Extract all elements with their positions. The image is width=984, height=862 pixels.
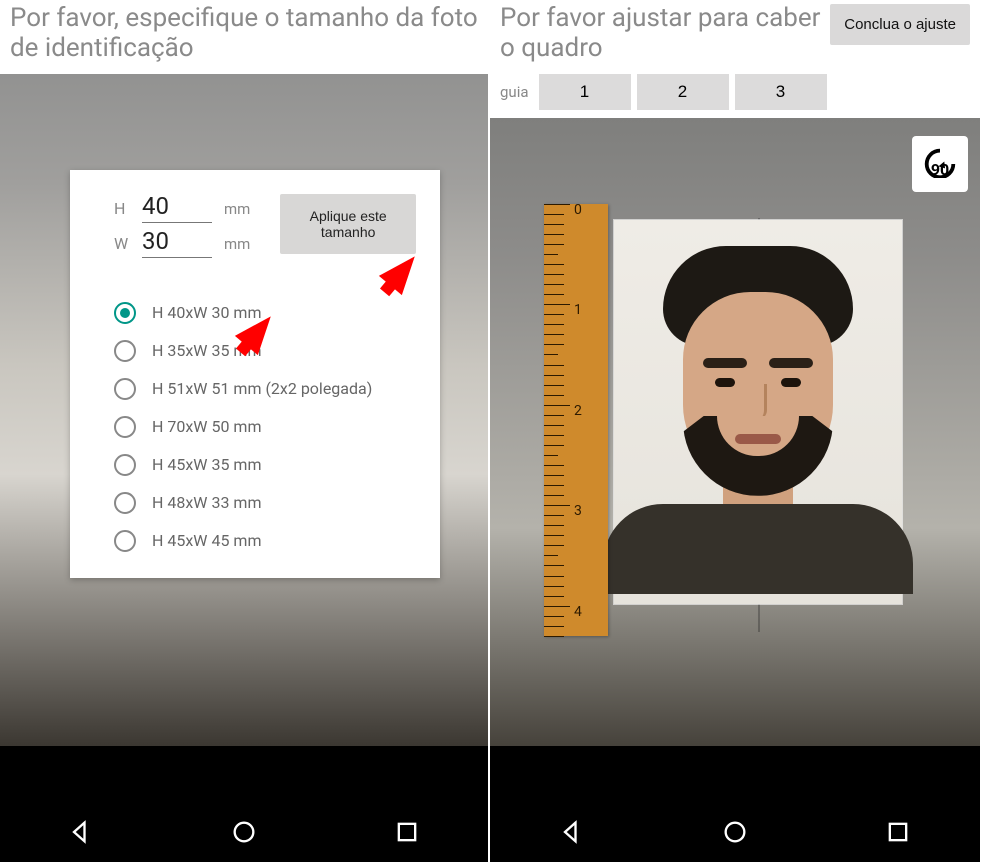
- size-option[interactable]: H 45xW 35 mm: [114, 446, 416, 484]
- radio-icon: [114, 416, 136, 438]
- back-icon[interactable]: [67, 818, 95, 846]
- camera-preview: H 40 mm W 30 mm Aplique este tamanho H 4…: [0, 74, 488, 802]
- ruler-mark: 3: [574, 503, 582, 519]
- size-option[interactable]: H 51xW 51 mm (2x2 polegada): [114, 370, 416, 408]
- height-label: H: [114, 199, 130, 218]
- screen-adjust: Por favor ajustar para caber o quadro Co…: [490, 0, 980, 862]
- guide-1-button[interactable]: 1: [539, 74, 631, 110]
- size-option-label: H 51xW 51 mm (2x2 polegada): [152, 379, 372, 398]
- size-option-label: H 45xW 35 mm: [152, 455, 261, 474]
- page-title: Por favor, especifique o tamanho da foto…: [10, 3, 478, 63]
- guide-tabs: guia 1 2 3: [490, 74, 980, 118]
- ruler-mark: 1: [574, 302, 582, 318]
- ruler[interactable]: 0 1 2 3 4: [544, 204, 608, 636]
- android-navbar: [0, 802, 488, 862]
- unit-label: mm: [224, 235, 250, 253]
- radio-icon: [114, 454, 136, 476]
- size-option-label: H 70xW 50 mm: [152, 417, 261, 436]
- width-label: W: [114, 234, 130, 253]
- radio-icon: [114, 340, 136, 362]
- black-bar: [490, 746, 980, 802]
- recents-icon[interactable]: [884, 818, 912, 846]
- crop-frame[interactable]: [614, 220, 902, 604]
- photo-area[interactable]: 0 1 2 3 4 90: [490, 118, 980, 802]
- apply-size-button[interactable]: Aplique este tamanho: [280, 194, 416, 254]
- home-icon[interactable]: [721, 818, 749, 846]
- size-option-label: H 40xW 30 mm: [152, 303, 261, 322]
- size-option-label: H 45xW 45 mm: [152, 531, 261, 550]
- page-title: Por favor ajustar para caber o quadro: [500, 4, 830, 64]
- portrait-photo: [614, 220, 902, 604]
- rotate-angle: 90: [931, 160, 949, 179]
- size-dialog: H 40 mm W 30 mm Aplique este tamanho H 4…: [70, 170, 440, 578]
- finish-button[interactable]: Conclua o ajuste: [830, 4, 970, 45]
- guide-label: guia: [500, 83, 529, 101]
- size-option-label: H 48xW 33 mm: [152, 493, 261, 512]
- radio-icon: [114, 378, 136, 400]
- guide-3-button[interactable]: 3: [735, 74, 827, 110]
- unit-label: mm: [224, 200, 250, 218]
- radio-icon: [114, 492, 136, 514]
- size-option[interactable]: H 48xW 33 mm: [114, 484, 416, 522]
- header: Por favor, especifique o tamanho da foto…: [0, 0, 488, 74]
- screen-size-select: Por favor, especifique o tamanho da foto…: [0, 0, 490, 862]
- size-option[interactable]: H 45xW 45 mm: [114, 522, 416, 560]
- radio-icon: [114, 530, 136, 552]
- header: Por favor ajustar para caber o quadro Co…: [490, 0, 980, 74]
- radio-icon: [114, 302, 136, 324]
- black-bar: [0, 746, 488, 802]
- recents-icon[interactable]: [393, 818, 421, 846]
- ruler-mark: 4: [574, 604, 582, 620]
- home-icon[interactable]: [230, 818, 258, 846]
- guide-2-button[interactable]: 2: [637, 74, 729, 110]
- ruler-mark: 0: [574, 202, 582, 218]
- size-option[interactable]: H 70xW 50 mm: [114, 408, 416, 446]
- width-input[interactable]: 30: [142, 225, 212, 258]
- back-icon[interactable]: [558, 818, 586, 846]
- ruler-mark: 2: [574, 403, 582, 419]
- android-navbar: [490, 802, 980, 862]
- rotate-button[interactable]: 90: [912, 136, 968, 192]
- height-input[interactable]: 40: [142, 190, 212, 223]
